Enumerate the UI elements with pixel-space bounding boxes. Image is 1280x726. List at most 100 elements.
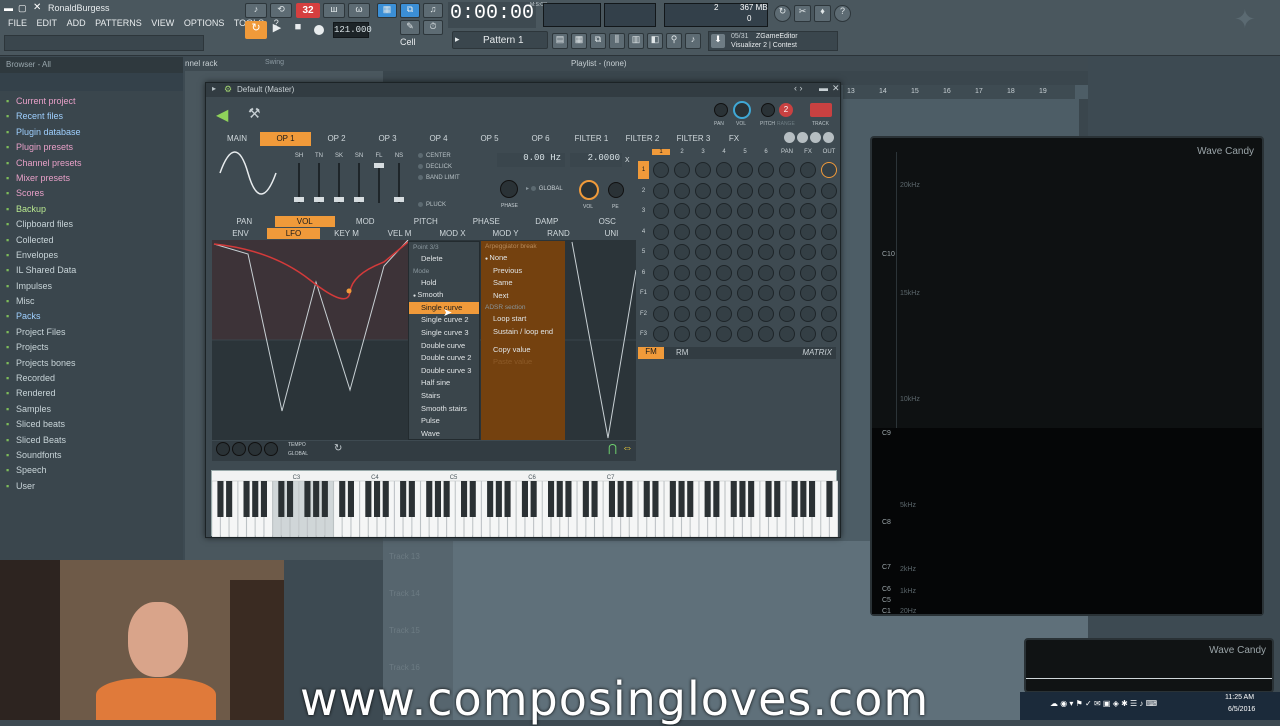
env_row-vel-m[interactable]: VEL M <box>373 228 426 239</box>
matrix-knob[interactable] <box>653 182 669 199</box>
matrix-knob[interactable] <box>737 285 753 301</box>
matrix-knob[interactable] <box>821 264 837 281</box>
clock-time[interactable]: 11:25 AM <box>1225 694 1254 701</box>
pattern-selector[interactable]: ▸ Pattern 1 <box>452 31 548 49</box>
env_row-uni[interactable]: UNI <box>585 228 638 239</box>
browser-item[interactable]: ▪ Sliced beats <box>0 417 183 432</box>
wave-slider[interactable]: TN <box>310 153 328 205</box>
browser-item[interactable]: ▪ Projects bones <box>0 356 183 371</box>
lfo-knob-1[interactable] <box>216 442 230 456</box>
browser-item[interactable]: ▪ IL Shared Data <box>0 263 183 278</box>
menu-add[interactable]: ADD <box>67 18 86 28</box>
menu-item-double-curve-2[interactable]: Double curve 2 <box>409 352 479 365</box>
playlist-ruler[interactable]: 13 14 15 16 17 18 19 <box>843 85 1075 99</box>
matrix-knob[interactable] <box>758 244 774 260</box>
lfo-knob-3[interactable] <box>248 442 262 456</box>
track-13[interactable]: Track 13 <box>389 552 420 561</box>
menu-options[interactable]: OPTIONS <box>184 18 225 28</box>
mod_row-pitch[interactable]: PITCH <box>396 216 457 227</box>
menu-item-double-curve[interactable]: Double curve <box>409 340 479 353</box>
menu-item-next[interactable]: Next <box>481 290 565 303</box>
audio-icon[interactable]: ♪ <box>685 33 701 49</box>
browser-item[interactable]: ▪ Misc <box>0 294 183 309</box>
vol-knob[interactable] <box>733 101 751 119</box>
black-key[interactable] <box>730 481 737 517</box>
matrix-knob[interactable] <box>716 285 732 301</box>
slider-handle[interactable] <box>394 197 404 202</box>
mod_row-vol[interactable]: VOL <box>274 216 335 227</box>
matrix-knob[interactable] <box>737 182 753 199</box>
matrix-knob[interactable] <box>674 305 690 322</box>
loop-icon[interactable]: ⟲ <box>270 3 292 18</box>
mic-icon[interactable]: ♦ <box>814 5 831 22</box>
wrench-icon[interactable]: ⚒ <box>248 105 261 122</box>
black-key[interactable] <box>400 481 407 517</box>
matrix-knob[interactable] <box>758 285 774 301</box>
matrix-knob[interactable] <box>716 223 732 240</box>
black-key[interactable] <box>652 481 659 517</box>
black-key[interactable] <box>321 481 328 517</box>
matrix-knob[interactable] <box>674 203 690 219</box>
tab-op-5[interactable]: OP 5 <box>464 132 515 146</box>
refresh-icon[interactable]: ↻ <box>774 5 791 22</box>
matrix-knob[interactable] <box>716 326 732 342</box>
plugin-minimize-icon[interactable]: ▬ <box>819 83 828 93</box>
black-key[interactable] <box>408 481 415 517</box>
matrix-knob[interactable] <box>758 203 774 219</box>
plugin-prev-icon[interactable]: ‹ › <box>794 83 803 93</box>
matrix-knob[interactable] <box>821 182 837 199</box>
black-key[interactable] <box>443 481 450 517</box>
matrix-knob[interactable] <box>737 244 753 260</box>
piano-roll-icon[interactable]: ▦ <box>377 3 397 18</box>
restore-icon[interactable]: ▢ <box>18 3 28 13</box>
matrix-knob[interactable] <box>737 305 753 322</box>
menu-view[interactable]: VIEW <box>151 18 174 28</box>
plugin-enabled-icon[interactable]: ◀ <box>216 105 228 125</box>
slider-handle[interactable] <box>314 197 324 202</box>
black-key[interactable] <box>339 481 346 517</box>
matrix-knob[interactable] <box>800 203 816 219</box>
snap-value[interactable]: Cell <box>400 37 416 47</box>
time-display[interactable]: 0:00:00 <box>448 2 536 28</box>
matrix-knob[interactable] <box>716 162 732 178</box>
matrix-knob[interactable] <box>737 264 753 281</box>
matrix-knob[interactable] <box>716 203 732 219</box>
black-key[interactable] <box>626 481 633 517</box>
menu-item-none[interactable]: ● None <box>481 252 565 265</box>
opt-declick[interactable]: DECLICK <box>418 164 498 175</box>
mod_row-mod[interactable]: MOD <box>335 216 396 227</box>
menu-file[interactable]: FILE <box>8 18 27 28</box>
tape-icon[interactable]: ω <box>348 3 370 18</box>
matrix-knob[interactable] <box>758 223 774 240</box>
black-key[interactable] <box>347 481 354 517</box>
matrix-knob[interactable] <box>800 223 816 240</box>
matrix-knob[interactable] <box>779 223 795 240</box>
matrix-knob[interactable] <box>821 326 837 342</box>
menu-item-wave[interactable]: Wave <box>409 428 479 441</box>
extra-btn-4[interactable] <box>823 132 834 143</box>
black-key[interactable] <box>556 481 563 517</box>
black-key[interactable] <box>487 481 494 517</box>
slider-handle[interactable] <box>294 197 304 202</box>
matrix-knob[interactable] <box>779 264 795 281</box>
matrix-knob[interactable] <box>653 203 669 219</box>
matrix-knob[interactable] <box>779 244 795 260</box>
range-knob[interactable]: 2 <box>779 103 793 117</box>
matrix-knob[interactable] <box>653 326 669 342</box>
matrix-knob[interactable] <box>821 162 837 178</box>
plugin-icon[interactable]: ⚲ <box>666 33 682 49</box>
black-key[interactable] <box>304 481 311 517</box>
black-key[interactable] <box>521 481 528 517</box>
slider-handle[interactable] <box>334 197 344 202</box>
matrix-knob[interactable] <box>800 244 816 260</box>
matrix-knob[interactable] <box>800 326 816 342</box>
matrix-knob[interactable] <box>695 305 711 322</box>
help-icon[interactable]: ? <box>834 5 851 22</box>
matrix-knob[interactable] <box>800 264 816 281</box>
matrix-knob[interactable] <box>695 203 711 219</box>
mod_row-phase[interactable]: PHASE <box>456 216 517 227</box>
browser-item[interactable]: ▪ Plugin database <box>0 125 183 140</box>
matrix-knob[interactable] <box>800 162 816 178</box>
slider-handle[interactable] <box>374 163 384 168</box>
snap-footer-icon[interactable]: ⋂ <box>608 442 617 455</box>
